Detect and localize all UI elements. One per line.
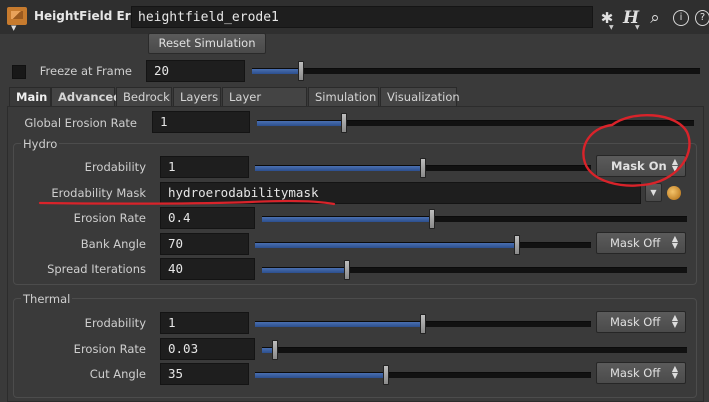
thermal-erodability-mask-value: Mask Off bbox=[610, 315, 661, 329]
freeze-label: Freeze at Frame bbox=[39, 64, 132, 78]
global-erosion-label: Global Erosion Rate bbox=[24, 116, 137, 130]
tab-layers[interactable]: Layers bbox=[173, 87, 221, 106]
hydro-erodability-label: Erodability bbox=[84, 160, 146, 174]
thermal-erosion-rate-label: Erosion Rate bbox=[73, 342, 146, 356]
thermal-erosion-rate-slider-handle[interactable] bbox=[271, 340, 278, 360]
global-erosion-slider-fill bbox=[257, 121, 345, 126]
thermal-erodability-mask-dropdown[interactable]: Mask Off ▲ ▼ bbox=[596, 311, 686, 333]
cut-angle-field[interactable]: 35 bbox=[160, 363, 249, 385]
mask-menu-chevron-icon[interactable]: ▼ bbox=[645, 183, 662, 202]
thermal-erosion-rate-field[interactable]: 0.03 bbox=[160, 338, 255, 360]
node-type-icon[interactable] bbox=[7, 7, 27, 25]
updown-arrows-icon: ▲ ▼ bbox=[671, 313, 678, 329]
bank-angle-field[interactable]: 70 bbox=[160, 233, 249, 255]
freeze-checkbox[interactable] bbox=[12, 65, 26, 79]
gear-menu-chevron-icon[interactable]: ▼ bbox=[609, 24, 614, 31]
tab-layer-bindings[interactable]: Layer Bindings bbox=[222, 87, 307, 123]
thermal-erosion-rate-slider[interactable] bbox=[262, 340, 687, 360]
erodability-mask-field[interactable]: hydroerodabilitymask bbox=[160, 182, 641, 204]
updown-arrows-icon: ▲ ▼ bbox=[671, 364, 678, 380]
tab-main[interactable]: Main bbox=[9, 87, 51, 106]
thermal-erodability-slider-handle[interactable] bbox=[420, 314, 426, 334]
hydro-erodability-slider[interactable] bbox=[255, 158, 591, 178]
tab-simulation[interactable]: Simulation bbox=[308, 87, 379, 106]
cut-angle-slider-fill bbox=[255, 373, 387, 378]
bank-angle-slider-fill bbox=[255, 243, 518, 248]
thermal-erodability-slider-fill bbox=[255, 322, 423, 327]
info-icon[interactable]: i bbox=[673, 10, 689, 26]
freeze-slider-fill bbox=[252, 69, 302, 74]
bank-angle-slider[interactable] bbox=[255, 235, 591, 255]
spread-iterations-slider-handle[interactable] bbox=[344, 260, 350, 280]
global-erosion-field[interactable]: 1 bbox=[152, 111, 250, 133]
hydro-erosion-rate-label: Erosion Rate bbox=[73, 211, 146, 225]
global-erosion-slider-handle[interactable] bbox=[341, 113, 348, 133]
thermal-erodability-field[interactable]: 1 bbox=[160, 312, 249, 334]
tab-advanced[interactable]: Advanced bbox=[51, 87, 121, 106]
reset-simulation-button[interactable]: Reset Simulation bbox=[148, 33, 266, 54]
spread-iterations-slider-fill bbox=[262, 268, 347, 273]
tab-bedrock[interactable]: Bedrock bbox=[116, 87, 172, 106]
bank-angle-label: Bank Angle bbox=[80, 237, 146, 251]
help-menu-chevron-icon[interactable]: ▼ bbox=[635, 24, 640, 31]
tab-visualization[interactable]: Visualization bbox=[380, 87, 460, 106]
hydro-erosion-rate-slider-handle[interactable] bbox=[429, 209, 435, 229]
cut-angle-slider[interactable] bbox=[255, 365, 591, 385]
bank-angle-mask-dropdown[interactable]: Mask Off ▲ ▼ bbox=[596, 232, 686, 254]
hydro-erodability-slider-handle[interactable] bbox=[420, 158, 426, 178]
hydro-erosion-rate-slider-fill bbox=[262, 217, 432, 222]
hydro-erosion-rate-slider[interactable] bbox=[262, 209, 687, 229]
hydro-group-title: Hydro bbox=[21, 137, 60, 151]
hydro-erosion-rate-field[interactable]: 0.4 bbox=[160, 207, 255, 229]
thermal-erodability-label: Erodability bbox=[84, 316, 146, 330]
question-icon[interactable]: ? bbox=[695, 10, 709, 26]
hydro-erodability-mask-dropdown[interactable]: Mask On ▲ ▼ bbox=[596, 155, 686, 177]
channel-chooser-icon[interactable] bbox=[667, 186, 681, 200]
freeze-slider[interactable] bbox=[252, 61, 700, 81]
cut-angle-mask-value: Mask Off bbox=[610, 366, 661, 380]
thermal-group-title: Thermal bbox=[21, 292, 73, 306]
node-name-field[interactable]: heightfield_erode1 bbox=[131, 6, 593, 28]
bank-angle-mask-value: Mask Off bbox=[610, 236, 661, 250]
node-menu-chevron-icon[interactable]: ▼ bbox=[11, 24, 16, 32]
updown-arrows-icon: ▲ ▼ bbox=[671, 157, 678, 173]
spread-iterations-label: Spread Iterations bbox=[47, 262, 146, 276]
thermal-erodability-slider[interactable] bbox=[255, 314, 591, 334]
updown-arrows-icon: ▲ ▼ bbox=[671, 234, 678, 250]
hydro-erodability-mask-value: Mask On bbox=[611, 159, 667, 173]
cut-angle-slider-handle[interactable] bbox=[383, 365, 390, 385]
spread-iterations-slider[interactable] bbox=[262, 260, 687, 280]
spread-iterations-field[interactable]: 40 bbox=[160, 258, 255, 280]
freeze-field[interactable]: 20 bbox=[146, 60, 245, 82]
global-erosion-slider[interactable] bbox=[257, 113, 694, 133]
freeze-slider-handle[interactable] bbox=[298, 61, 305, 81]
bank-angle-slider-handle[interactable] bbox=[514, 235, 521, 255]
cut-angle-mask-dropdown[interactable]: Mask Off ▲ ▼ bbox=[596, 362, 686, 384]
hydro-erodability-slider-fill bbox=[255, 166, 423, 171]
erodability-mask-label: Erodability Mask bbox=[51, 186, 146, 200]
search-icon[interactable]: ⌕ bbox=[646, 9, 664, 27]
hydro-erodability-field[interactable]: 1 bbox=[160, 156, 249, 178]
cut-angle-label: Cut Angle bbox=[89, 367, 146, 381]
